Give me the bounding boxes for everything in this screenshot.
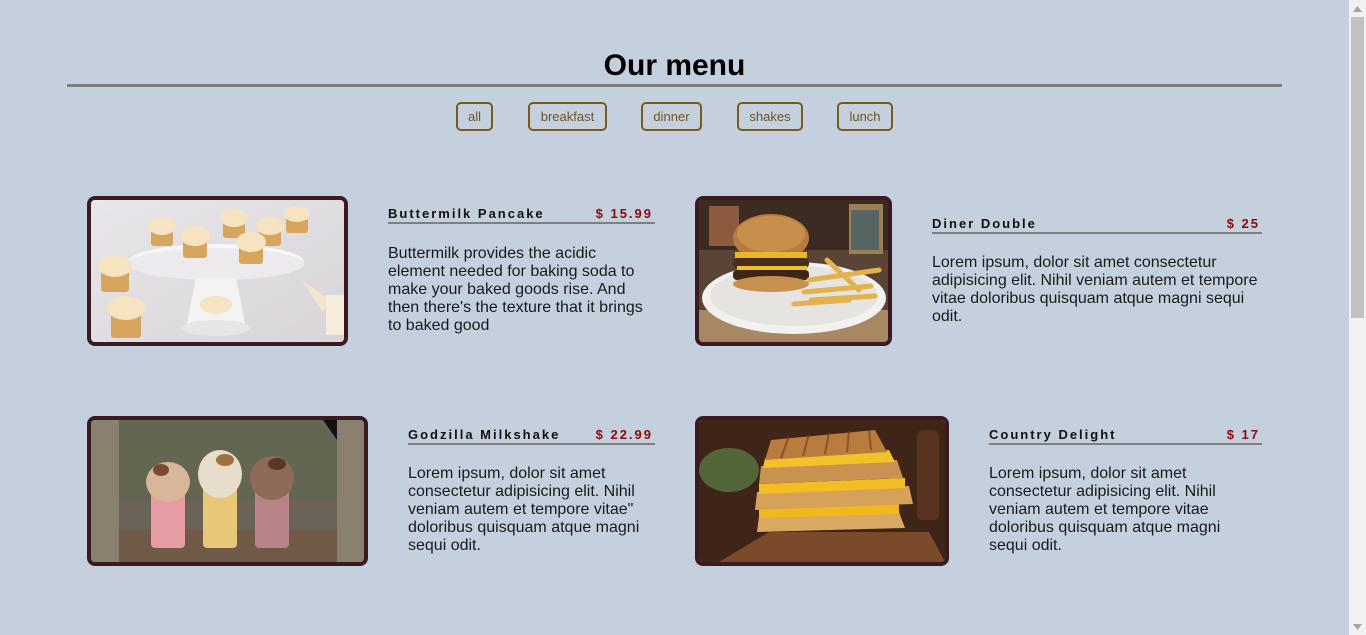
filter-button-all[interactable]: all [456, 102, 493, 131]
item-description: Lorem ipsum, dolor sit amet consectetur … [932, 254, 1258, 325]
filter-button-breakfast[interactable]: breakfast [528, 102, 607, 131]
grilled-sandwich-photo [695, 416, 949, 566]
burger-fries-photo [695, 196, 892, 346]
item-name: Diner Double [932, 216, 1037, 231]
item-header: Country Delight $ 17 [989, 423, 1262, 445]
item-description: Lorem ipsum, dolor sit amet consectetur … [408, 465, 640, 554]
item-price: $ 17 [1226, 427, 1260, 442]
vertical-scrollbar[interactable] [1349, 0, 1366, 635]
page-title: Our menu [603, 49, 746, 82]
title-underline [67, 84, 1282, 87]
item-price: $ 25 [1226, 216, 1260, 231]
filter-button-dinner[interactable]: dinner [641, 102, 702, 131]
menu-page: Our menu all breakfast dinner shakes lun… [0, 0, 1349, 635]
item-header: Godzilla Milkshake $ 22.99 [408, 423, 655, 445]
item-name: Country Delight [989, 427, 1117, 442]
item-header: Buttermilk Pancake $ 15.99 [388, 202, 655, 224]
item-name: Godzilla Milkshake [408, 427, 561, 442]
item-header: Diner Double $ 25 [932, 212, 1262, 234]
filter-button-lunch[interactable]: lunch [837, 102, 893, 131]
item-description: Lorem ipsum, dolor sit amet consectetur … [989, 465, 1221, 554]
item-price: $ 15.99 [595, 206, 653, 221]
item-price: $ 22.99 [595, 427, 653, 442]
scroll-up-arrow-icon[interactable] [1349, 0, 1366, 17]
cupcakes-photo [87, 196, 348, 346]
item-name: Buttermilk Pancake [388, 206, 545, 221]
filter-button-shakes[interactable]: shakes [737, 102, 803, 131]
scroll-down-arrow-icon[interactable] [1349, 618, 1366, 635]
item-description: Buttermilk provides the acidic element n… [388, 245, 643, 334]
scrollbar-thumb[interactable] [1351, 17, 1364, 318]
milkshakes-photo [87, 416, 368, 566]
